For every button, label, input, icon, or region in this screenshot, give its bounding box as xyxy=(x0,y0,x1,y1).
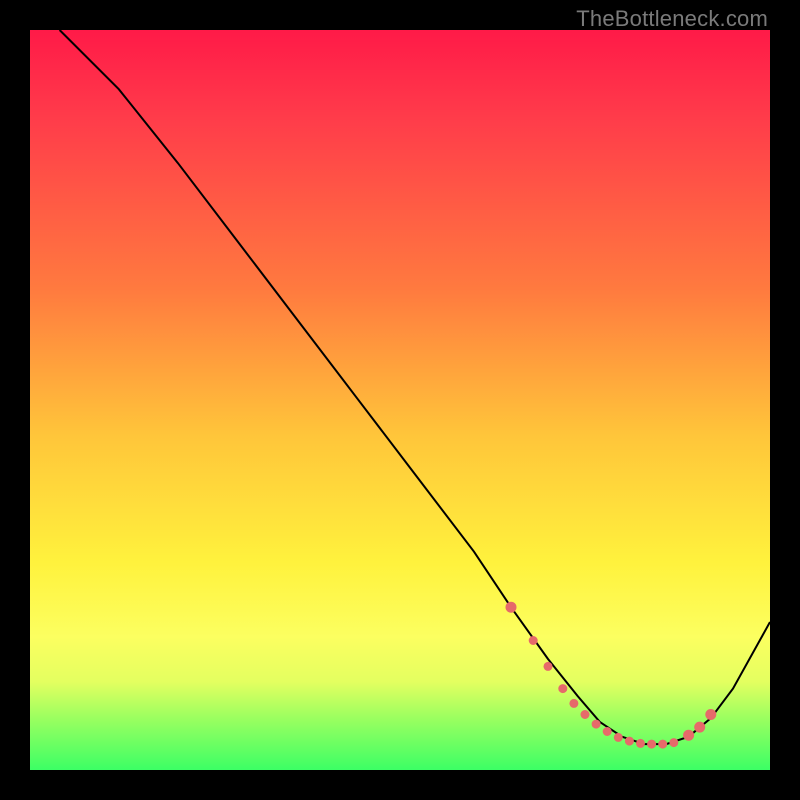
curve-marker xyxy=(581,711,589,719)
curve-marker xyxy=(659,740,667,748)
curve-marker xyxy=(570,699,578,707)
curve-marker xyxy=(544,662,552,670)
watermark-text: TheBottleneck.com xyxy=(576,6,768,32)
plot-area xyxy=(30,30,770,770)
curve-marker xyxy=(592,720,600,728)
chart-frame: TheBottleneck.com xyxy=(0,0,800,800)
bottleneck-curve-line xyxy=(60,30,770,744)
curve-marker xyxy=(559,685,567,693)
curve-marker xyxy=(603,728,611,736)
curve-marker xyxy=(706,710,716,720)
curve-marker xyxy=(670,739,678,747)
curve-svg xyxy=(30,30,770,770)
curve-marker xyxy=(695,722,705,732)
curve-marker xyxy=(529,637,537,645)
curve-marker xyxy=(637,739,645,747)
curve-markers xyxy=(506,602,716,748)
curve-marker xyxy=(625,737,633,745)
curve-marker xyxy=(648,740,656,748)
curve-marker xyxy=(684,730,694,740)
curve-marker xyxy=(506,602,516,612)
curve-marker xyxy=(614,733,622,741)
